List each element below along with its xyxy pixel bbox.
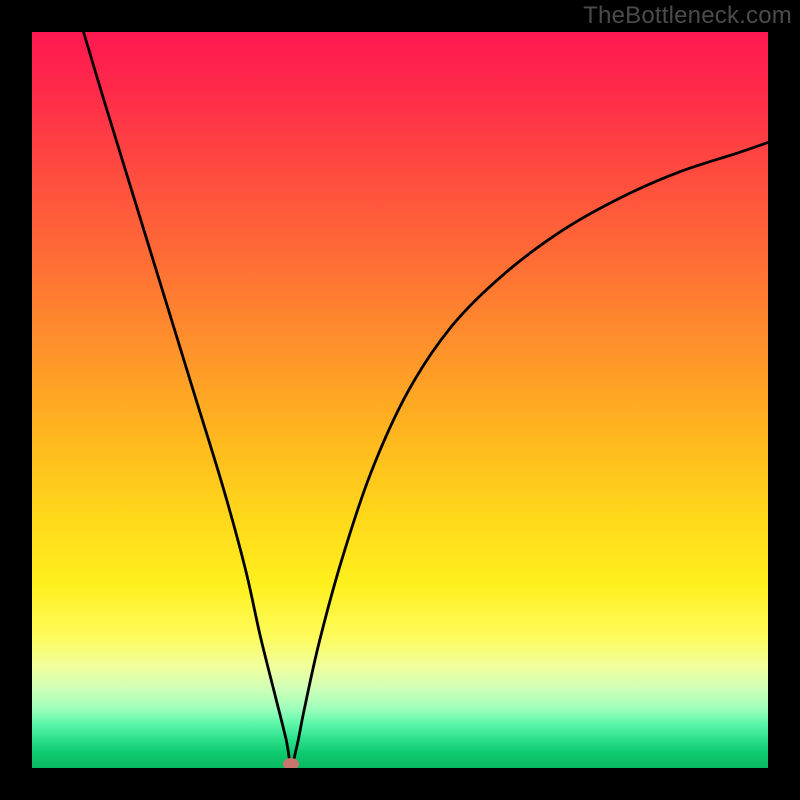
plot-area bbox=[32, 32, 768, 768]
bottleneck-curve bbox=[32, 32, 768, 768]
optimal-point-marker bbox=[283, 758, 299, 768]
watermark-text: TheBottleneck.com bbox=[583, 2, 792, 30]
chart-frame: TheBottleneck.com bbox=[0, 0, 800, 800]
